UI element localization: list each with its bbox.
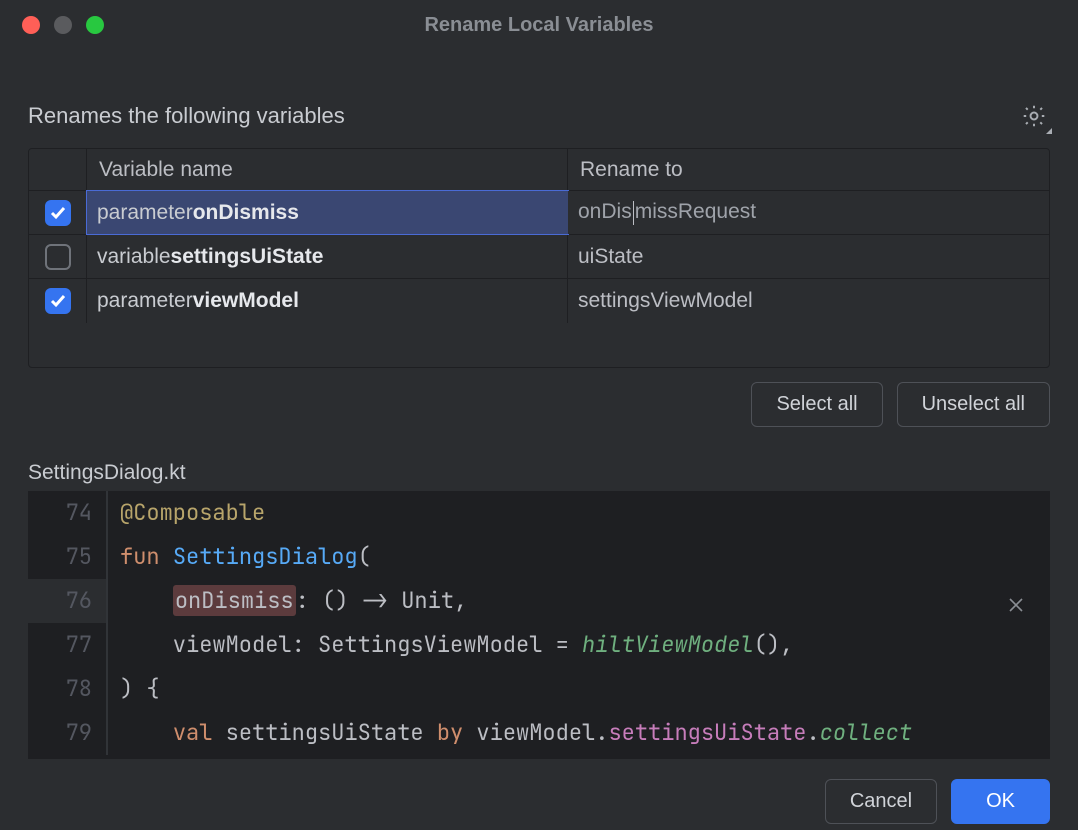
window-controls: [0, 16, 104, 34]
variable-name-cell[interactable]: parameter viewModel: [87, 279, 568, 323]
variable-identifier: settingsUiState: [171, 245, 324, 269]
check-icon: [49, 292, 67, 310]
col-variable-name: Variable name: [87, 149, 568, 190]
check-icon: [49, 204, 67, 222]
row-checkbox-cell: [29, 191, 87, 234]
code-content: ) {: [108, 667, 160, 711]
close-window-icon[interactable]: [22, 16, 40, 34]
variable-kind: parameter: [97, 289, 193, 313]
cancel-button[interactable]: Cancel: [825, 779, 937, 824]
line-number: 78: [28, 667, 108, 711]
code-content: @Composable: [108, 491, 265, 535]
gear-icon: [1021, 103, 1047, 129]
file-name-label: SettingsDialog.kt: [28, 461, 1050, 485]
rename-to-cell[interactable]: uiState: [568, 235, 1049, 278]
code-line: 75fun SettingsDialog(: [28, 535, 1050, 579]
table-empty-row: [29, 323, 1049, 367]
row-checkbox[interactable]: [45, 244, 71, 270]
row-checkbox-cell: [29, 279, 87, 323]
row-checkbox[interactable]: [45, 200, 71, 226]
close-icon: [1007, 596, 1025, 614]
table-row[interactable]: parameter viewModel settingsViewModel: [29, 279, 1049, 323]
page-subtitle: Renames the following variables: [28, 103, 345, 129]
code-line: 79 val settingsUiState by viewModel.sett…: [28, 711, 1050, 755]
variable-identifier: onDismiss: [193, 201, 299, 225]
table-row[interactable]: parameter onDismiss onDismissRequest: [29, 191, 1049, 235]
code-line: 77 viewModel: SettingsViewModel = hiltVi…: [28, 623, 1050, 667]
line-number: 77: [28, 623, 108, 667]
variable-identifier: viewModel: [193, 289, 299, 313]
titlebar: Rename Local Variables: [0, 0, 1078, 50]
code-content: viewModel: SettingsViewModel = hiltViewM…: [108, 623, 793, 667]
zoom-window-icon[interactable]: [86, 16, 104, 34]
code-line: 78) {: [28, 667, 1050, 711]
table-header: Variable name Rename to: [29, 149, 1049, 191]
line-number: 74: [28, 491, 108, 535]
line-number: 75: [28, 535, 108, 579]
variable-name-cell[interactable]: parameter onDismiss: [86, 190, 569, 235]
col-rename-to: Rename to: [568, 149, 1049, 190]
code-content: val settingsUiState by viewModel.setting…: [108, 711, 912, 755]
rename-to-cell[interactable]: onDismissRequest: [568, 191, 1049, 234]
rename-value: settingsViewModel: [578, 289, 753, 313]
rename-to-cell[interactable]: settingsViewModel: [568, 279, 1049, 323]
code-content: onDismiss: () -> Unit,: [108, 579, 467, 623]
variable-name-cell[interactable]: variable settingsUiState: [87, 235, 568, 278]
select-all-button[interactable]: Select all: [751, 382, 882, 427]
rename-value: uiState: [578, 245, 643, 269]
col-checkbox: [29, 149, 87, 190]
code-line: 74@Composable: [28, 491, 1050, 535]
unselect-all-button[interactable]: Unselect all: [897, 382, 1050, 427]
table-row[interactable]: variable settingsUiState uiState: [29, 235, 1049, 279]
code-preview: 74@Composable75fun SettingsDialog(76 onD…: [28, 491, 1050, 759]
minimize-window-icon: [54, 16, 72, 34]
rename-input[interactable]: onDismissRequest: [578, 200, 756, 224]
ok-button[interactable]: OK: [951, 779, 1050, 824]
dropdown-indicator-icon: [1046, 128, 1052, 134]
variable-kind: parameter: [97, 201, 193, 225]
settings-button[interactable]: [1018, 100, 1050, 132]
close-preview-button[interactable]: [1002, 591, 1030, 619]
line-number: 79: [28, 711, 108, 755]
code-content: fun SettingsDialog(: [108, 535, 371, 579]
variables-table: Variable name Rename to parameter onDism…: [28, 148, 1050, 368]
code-line: 76 onDismiss: () -> Unit,: [28, 579, 1050, 623]
row-checkbox[interactable]: [45, 288, 71, 314]
text-caret: [633, 201, 634, 225]
variable-kind: variable: [97, 245, 171, 269]
row-checkbox-cell: [29, 235, 87, 278]
line-number: 76: [28, 579, 108, 623]
window-title: Rename Local Variables: [0, 14, 1078, 37]
